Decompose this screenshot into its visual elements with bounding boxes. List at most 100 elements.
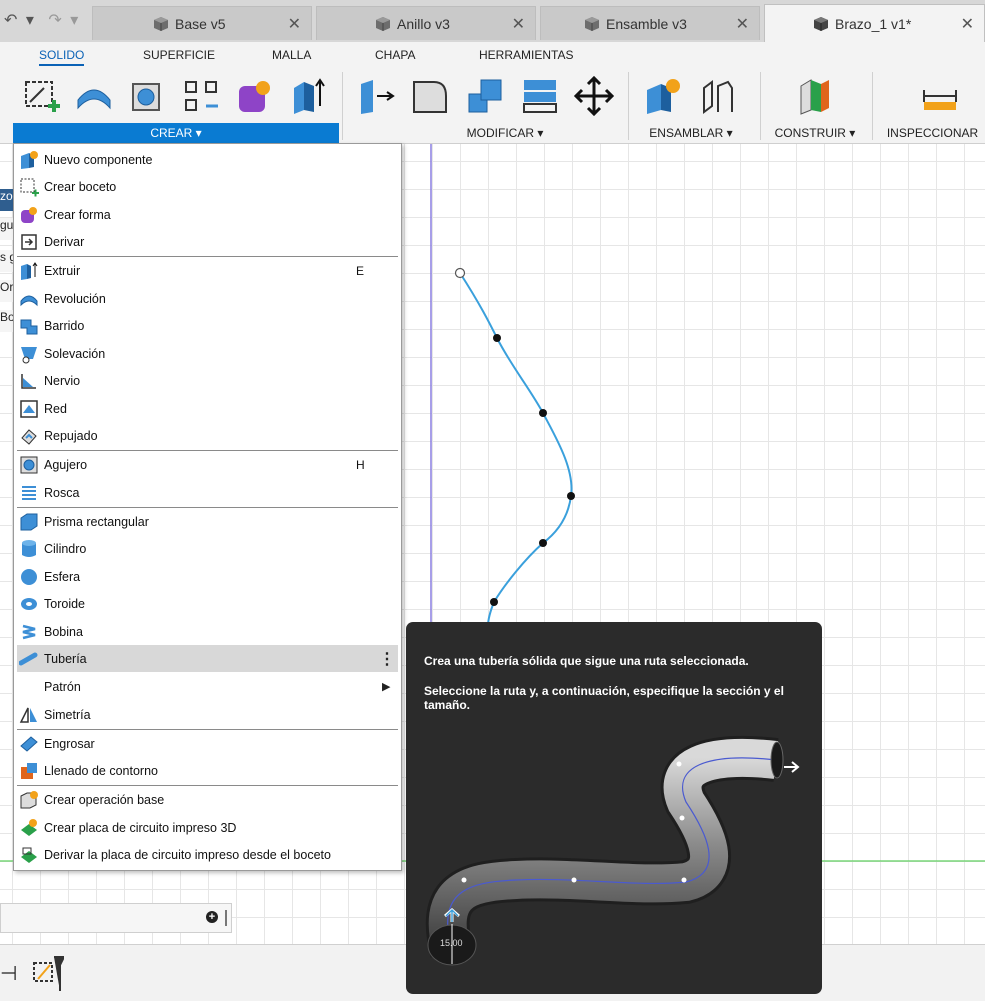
modificar-dropdown[interactable]: MODIFICAR ▾ xyxy=(420,123,590,143)
browser-node[interactable]: Or xyxy=(0,280,14,302)
menu-item-prisma[interactable]: Prisma rectangular xyxy=(17,508,398,535)
tooltip-title: Crea una tubería sólida que sigue una ru… xyxy=(424,654,749,668)
pattern-icon[interactable] xyxy=(182,76,222,116)
create-form-icon[interactable] xyxy=(74,76,114,116)
separator xyxy=(342,72,343,140)
move-icon[interactable] xyxy=(574,76,614,116)
menu-item-repujado[interactable]: Repujado xyxy=(17,422,398,449)
construir-dropdown[interactable]: CONSTRUIR ▾ xyxy=(766,123,864,143)
menu-item-toroide[interactable]: Toroide xyxy=(17,590,398,617)
create-sketch-icon xyxy=(20,178,39,196)
menu-item-label: Crear forma xyxy=(44,207,111,222)
separator xyxy=(872,72,873,140)
panel-grip-icon[interactable] xyxy=(225,910,227,926)
menu-item-revolucion[interactable]: Revolución xyxy=(17,285,398,312)
timeline-sketch-icon[interactable] xyxy=(32,955,64,995)
menu-item-barrido[interactable]: Barrido xyxy=(17,312,398,339)
construct-plane-icon[interactable] xyxy=(795,76,835,116)
timeline-start-icon[interactable]: ⊣ xyxy=(0,961,17,986)
redo-icon[interactable]: ↷ ▾ xyxy=(48,12,80,29)
tab-anillo[interactable]: Anillo v3 ✕ xyxy=(316,6,536,40)
tab-superficie[interactable]: SUPERFICIE xyxy=(143,48,215,62)
menu-item-label: Rosca xyxy=(44,485,80,500)
document-tab-bar: ↶ ▾ ↷ ▾ Base v5 ✕ Anillo v3 ✕ Ensamble v… xyxy=(0,0,985,42)
more-options-icon[interactable]: ⋮ xyxy=(379,649,395,669)
crear-dropdown[interactable]: CREAR ▾ xyxy=(13,123,339,143)
create-sketch-icon[interactable] xyxy=(22,76,62,116)
revolve-icon xyxy=(20,295,38,306)
menu-item-patron[interactable]: Patrón ▶ xyxy=(17,673,398,700)
browser-node[interactable]: Bo xyxy=(0,310,14,332)
tab-base[interactable]: Base v5 ✕ xyxy=(92,6,312,40)
close-icon[interactable]: ✕ xyxy=(961,14,974,34)
new-component-icon[interactable] xyxy=(643,76,683,116)
close-icon[interactable]: ✕ xyxy=(512,14,525,34)
shell-icon[interactable] xyxy=(520,76,560,116)
create-form-icon xyxy=(21,206,37,223)
menu-item-derivar[interactable]: Derivar xyxy=(17,228,398,255)
browser-node[interactable]: zo xyxy=(0,189,14,211)
tab-label: Base v5 xyxy=(175,15,226,32)
menu-item-label: Crear placa de circuito impreso 3D xyxy=(44,820,237,835)
close-icon[interactable]: ✕ xyxy=(736,14,749,34)
ensamblar-dropdown[interactable]: ENSAMBLAR ▾ xyxy=(630,123,752,143)
menu-item-pcb-boceto[interactable]: Derivar la placa de circuito impreso des… xyxy=(17,841,398,868)
measure-icon[interactable] xyxy=(920,76,960,116)
menu-item-agujero[interactable]: Agujero H xyxy=(17,451,398,478)
combine-icon[interactable] xyxy=(465,76,505,116)
create-form-purple-icon[interactable] xyxy=(235,76,275,116)
menu-item-label: Esfera xyxy=(44,569,81,584)
component-icon xyxy=(376,16,390,31)
menu-item-extruir[interactable]: Extruir E xyxy=(17,257,398,284)
tab-herramientas[interactable]: HERRAMIENTAS xyxy=(479,48,573,62)
menu-item-crear-forma[interactable]: Crear forma xyxy=(17,201,398,228)
menu-item-solevacion[interactable]: Solevación xyxy=(17,340,398,367)
menu-item-tuberia[interactable]: Tubería ⋮ xyxy=(17,645,398,672)
menu-item-red[interactable]: Red xyxy=(17,395,398,422)
menu-item-bobina[interactable]: Bobina xyxy=(17,618,398,645)
tab-ensamble[interactable]: Ensamble v3 ✕ xyxy=(540,6,760,40)
undo-redo-controls[interactable]: ↶ ▾ ↷ ▾ xyxy=(4,10,80,30)
menu-item-engrosar[interactable]: Engrosar xyxy=(17,730,398,757)
menu-item-label: Llenado de contorno xyxy=(44,763,158,778)
press-pull-icon[interactable] xyxy=(357,76,397,116)
joint-icon[interactable] xyxy=(698,76,738,116)
fillet-icon[interactable] xyxy=(410,76,450,116)
sketch-control-point xyxy=(539,539,547,547)
menu-item-label: Engrosar xyxy=(44,736,95,751)
sphere-icon xyxy=(21,568,37,585)
undo-icon[interactable]: ↶ ▾ xyxy=(4,12,36,29)
browser-node[interactable]: gu xyxy=(0,218,14,240)
browser-node[interactable]: s g xyxy=(0,250,14,272)
menu-item-label: Repujado xyxy=(44,428,98,443)
component-icon xyxy=(814,16,828,31)
menu-item-label: Tubería xyxy=(44,651,87,666)
menu-item-simetria[interactable]: Simetría xyxy=(17,701,398,728)
tab-chapa[interactable]: CHAPA xyxy=(375,48,415,62)
derive-icon[interactable] xyxy=(127,76,167,116)
pipe-icon xyxy=(19,652,38,665)
add-comment-icon[interactable]: + xyxy=(206,911,218,923)
tab-brazo-active[interactable]: Brazo_1 v1* ✕ xyxy=(764,4,985,42)
crear-menu: Nuevo componente Crear boceto Crear form… xyxy=(13,143,402,871)
menu-item-llenado[interactable]: Llenado de contorno xyxy=(17,757,398,784)
loft-icon xyxy=(21,346,37,363)
tab-solido[interactable]: SOLIDO xyxy=(39,48,85,66)
extrude-icon[interactable] xyxy=(288,76,328,116)
component-icon xyxy=(154,16,168,31)
pcb-icon xyxy=(21,818,37,836)
inspeccionar-dropdown[interactable]: INSPECCIONAR xyxy=(880,123,985,143)
menu-item-esfera[interactable]: Esfera xyxy=(17,563,398,590)
menu-item-cilindro[interactable]: Cilindro xyxy=(17,535,398,562)
menu-item-rosca[interactable]: Rosca xyxy=(17,479,398,506)
menu-item-pcb-3d[interactable]: Crear placa de circuito impreso 3D xyxy=(17,814,398,841)
close-icon[interactable]: ✕ xyxy=(288,14,301,34)
menu-item-label: Bobina xyxy=(44,624,83,639)
tab-malla[interactable]: MALLA xyxy=(272,48,311,62)
menu-item-crear-boceto[interactable]: Crear boceto xyxy=(17,173,398,200)
menu-item-nuevo-componente[interactable]: Nuevo componente xyxy=(17,146,398,173)
menu-item-label: Simetría xyxy=(44,707,91,722)
menu-item-label: Agujero xyxy=(44,457,88,472)
menu-item-operacion-base[interactable]: Crear operación base xyxy=(17,786,398,813)
menu-item-nervio[interactable]: Nervio xyxy=(17,367,398,394)
